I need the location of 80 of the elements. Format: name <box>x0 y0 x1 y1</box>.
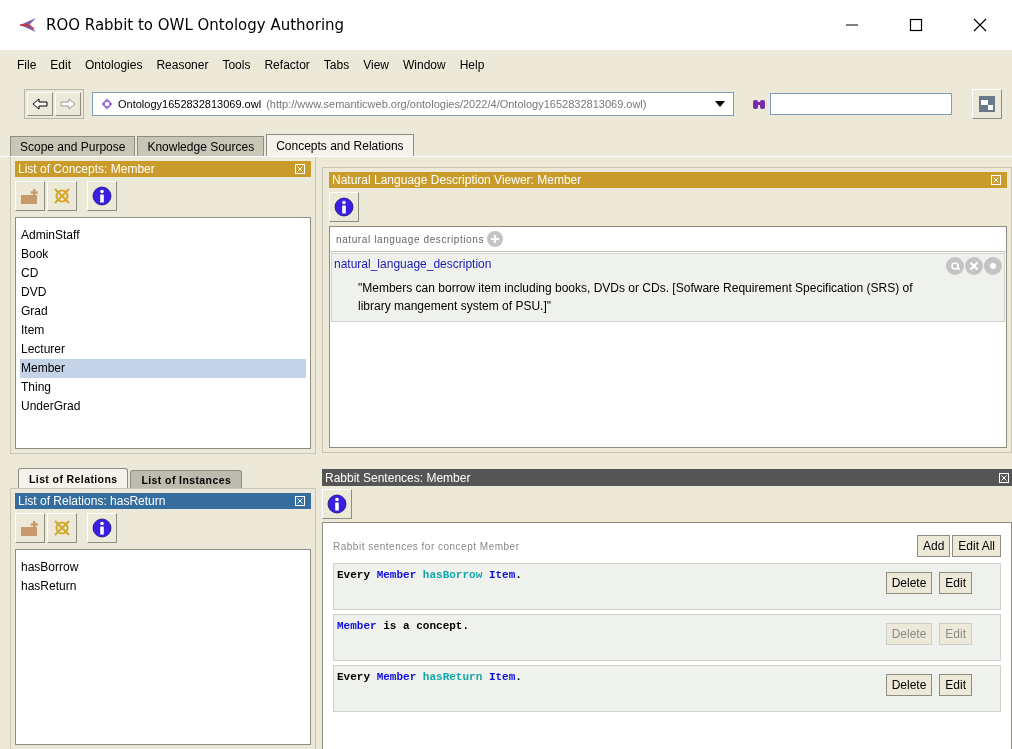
menu-item[interactable]: Edit <box>43 58 79 72</box>
tab[interactable]: Scope and Purpose <box>10 136 136 156</box>
menu-item[interactable]: Help <box>452 58 492 72</box>
add-icon <box>19 186 41 206</box>
ontology-icon <box>101 98 113 110</box>
options-icon[interactable] <box>984 257 1002 275</box>
forward-button[interactable] <box>55 92 81 116</box>
menu-item[interactable]: Ontologies <box>78 58 150 72</box>
info-button[interactable] <box>87 513 117 543</box>
info-button[interactable] <box>329 192 359 222</box>
list-item[interactable]: Item <box>20 321 306 340</box>
menu-item[interactable]: File <box>10 58 44 72</box>
remove-icon[interactable] <box>965 257 983 275</box>
menu-item[interactable]: Tools <box>215 58 258 72</box>
action-button[interactable]: Edit All <box>952 535 1001 557</box>
tab[interactable]: Concepts and Relations <box>266 134 414 156</box>
menu-item[interactable]: Reasoner <box>149 58 216 72</box>
delete-icon <box>52 186 72 206</box>
panel-title: Rabbit Sentences: Member <box>325 470 471 485</box>
menu-item[interactable]: Refactor <box>257 58 317 72</box>
section-label: natural language descriptions <box>336 233 485 245</box>
delete-button[interactable] <box>47 181 77 211</box>
rabbit-sentence: Every Member hasReturn Item. <box>337 670 522 685</box>
layout-button[interactable] <box>972 89 1002 119</box>
arrow-right-icon <box>60 98 76 110</box>
add-icon[interactable] <box>487 231 504 247</box>
list-item[interactable]: UnderGrad <box>20 397 306 416</box>
info-button[interactable] <box>322 489 352 519</box>
description-text: "Members can borrow item including books, DVDs or CDs. [Sofware Requirement Specification (SRS) of library mangement system of PSU.]" <box>357 280 914 315</box>
info-icon <box>327 494 347 514</box>
ontology-uri: (http://www.semanticweb.org/ontologies/2022/4/Ontology1652832813069.owl) <box>266 98 647 110</box>
maximize-icon[interactable] <box>909 18 923 32</box>
add-button[interactable] <box>15 181 45 211</box>
tab[interactable]: Knowledge Sources <box>137 136 265 156</box>
window-icon <box>978 95 997 113</box>
sentence-button[interactable]: Delete <box>885 572 933 594</box>
menu-item[interactable]: View <box>356 58 396 72</box>
ontology-dropdown[interactable]: Ontology1652832813069.owl (http://www.semanticweb.org/ontologies/2022/4/Ontology1652832813069.owl) <box>92 92 735 116</box>
info-button[interactable] <box>87 181 117 211</box>
menu-item[interactable]: Tabs <box>316 58 357 72</box>
menu-item[interactable]: Window <box>395 58 453 72</box>
list-item[interactable]: hasReturn <box>20 577 306 596</box>
panel-title: Natural Language Description Viewer: Member <box>332 173 582 187</box>
caret-icon <box>715 101 726 107</box>
action-button[interactable]: Add <box>916 535 951 557</box>
ontology-name: Ontology1652832813069.owl <box>118 98 262 110</box>
list-item[interactable]: DVD <box>20 283 306 302</box>
back-button[interactable] <box>27 92 53 116</box>
list-item[interactable]: Member <box>20 359 306 378</box>
rabbit-sentence: Every Member hasBorrow Item. <box>337 568 522 583</box>
sentence-button[interactable]: Edit <box>939 674 972 696</box>
list-item[interactable]: Lecturer <box>20 340 306 359</box>
list-item[interactable]: Thing <box>20 378 306 397</box>
list-item[interactable]: Book <box>20 245 306 264</box>
section-label: Rabbit sentences for concept Member <box>333 540 520 552</box>
add-icon <box>19 518 41 538</box>
info-icon <box>92 518 112 538</box>
delete-icon <box>52 518 72 538</box>
add-button[interactable] <box>15 513 45 543</box>
list-item[interactable]: hasBorrow <box>20 558 306 577</box>
info-icon <box>334 197 354 217</box>
sentence-button[interactable]: Delete <box>885 674 933 696</box>
info-icon <box>92 186 112 206</box>
binoculars-icon <box>752 98 767 110</box>
delete-button[interactable] <box>47 513 77 543</box>
panel-title: List of Concepts: Member <box>18 162 155 176</box>
app-icon <box>18 16 38 34</box>
sentence-button[interactable]: Edit <box>939 572 972 594</box>
close-icon[interactable] <box>973 18 987 32</box>
property-name[interactable]: natural_language_description <box>334 257 492 275</box>
tab[interactable]: List of Relations <box>18 468 129 488</box>
tab[interactable]: List of Instances <box>130 470 243 488</box>
panel-title: List of Relations: hasReturn <box>18 494 166 508</box>
arrow-left-icon <box>32 98 48 110</box>
search-field[interactable] <box>770 93 953 115</box>
list-item[interactable]: CD <box>20 264 306 283</box>
list-item[interactable]: Grad <box>20 302 306 321</box>
window-title: ROO Rabbit to OWL Ontology Authoring <box>46 16 346 34</box>
list-item[interactable]: AdminStaff <box>20 226 306 245</box>
rabbit-sentence: Member is a concept. <box>337 619 470 634</box>
